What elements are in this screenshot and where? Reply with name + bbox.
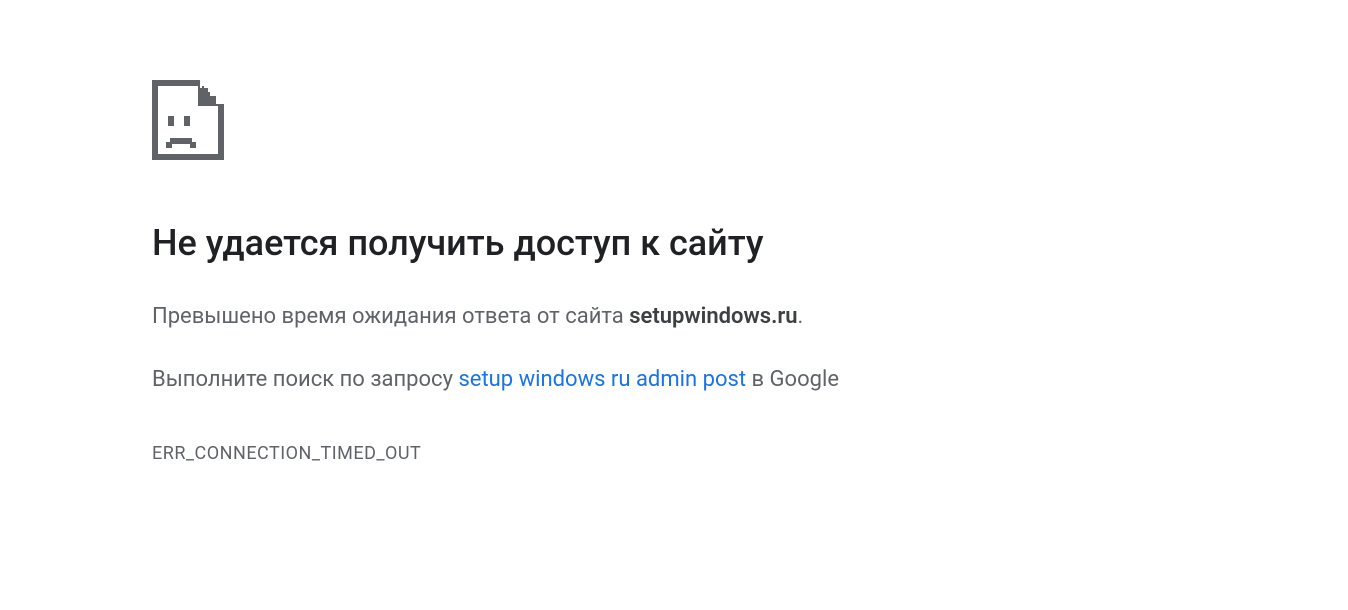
- sad-page-icon: [152, 80, 224, 160]
- error-description: Превышено время ожидания ответа от сайта…: [152, 299, 1348, 334]
- description-suffix: .: [798, 304, 804, 329]
- search-link[interactable]: setup windows ru admin post: [458, 367, 746, 392]
- error-code: ERR_CONNECTION_TIMED_OUT: [152, 443, 1348, 464]
- icon-wrapper: [152, 80, 1348, 160]
- error-title: Не удается получить доступ к сайту: [152, 220, 1348, 267]
- suggestion-prefix: Выполните поиск по запросу: [152, 367, 458, 392]
- search-suggestion: Выполните поиск по запросу setup windows…: [152, 362, 1348, 397]
- suggestion-suffix: в Google: [746, 367, 839, 392]
- description-prefix: Превышено время ожидания ответа от сайта: [152, 304, 629, 329]
- hostname: setupwindows.ru: [629, 304, 797, 329]
- error-container: Не удается получить доступ к сайту Превы…: [0, 0, 1348, 464]
